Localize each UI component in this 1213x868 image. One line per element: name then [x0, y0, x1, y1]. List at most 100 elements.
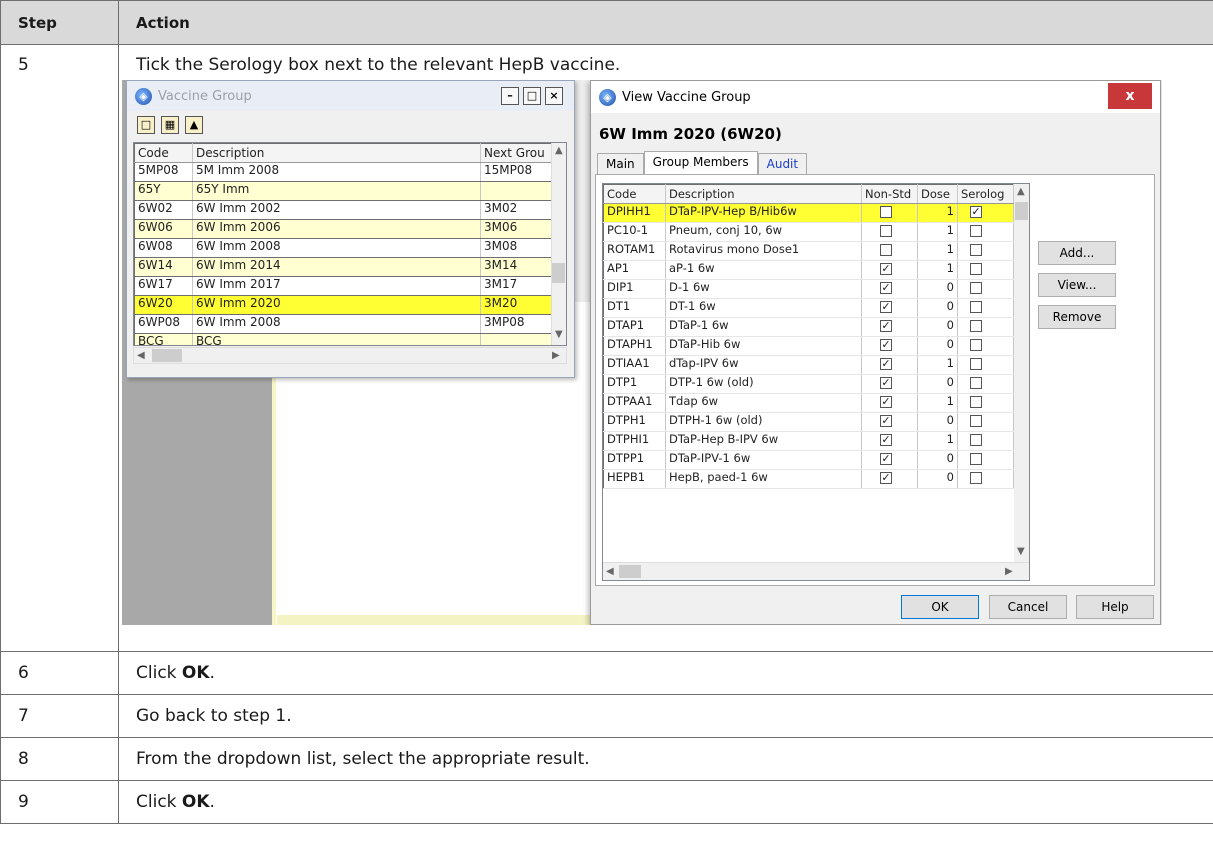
- step-number: 7: [0, 694, 119, 738]
- non-std-checkbox[interactable]: ✓: [880, 433, 892, 446]
- table-row[interactable]: 6W14 6W Imm 2014 3M14: [134, 257, 555, 277]
- members-horizontal-scrollbar[interactable]: ◀ ▶: [603, 562, 1029, 580]
- serology-checkbox[interactable]: [970, 224, 982, 237]
- col-description[interactable]: Description: [665, 184, 862, 204]
- non-std-checkbox[interactable]: ✓: [880, 300, 892, 313]
- non-std-checkbox[interactable]: ✓: [880, 338, 892, 351]
- non-std-checkbox[interactable]: [880, 243, 892, 256]
- serology-checkbox[interactable]: [970, 376, 982, 389]
- vertical-scrollbar[interactable]: ▲ ▼: [551, 143, 566, 345]
- non-std-checkbox[interactable]: ✓: [880, 262, 892, 275]
- tab-group-members[interactable]: Group Members: [643, 151, 758, 175]
- table-row[interactable]: 6WP08 6W Imm 2008 3MP08: [134, 314, 555, 334]
- cell-serology: [957, 336, 1014, 356]
- table-row[interactable]: 65Y 65Y Imm: [134, 181, 555, 201]
- ok-button[interactable]: OK: [901, 595, 979, 619]
- non-std-checkbox[interactable]: ✓: [880, 414, 892, 427]
- close-icon[interactable]: ×: [545, 87, 563, 105]
- minimize-icon[interactable]: –: [501, 87, 519, 105]
- horizontal-scrollbar[interactable]: ◀ ▶: [133, 347, 567, 364]
- hscroll-thumb[interactable]: [152, 349, 182, 362]
- serology-checkbox[interactable]: [970, 433, 982, 446]
- table-row[interactable]: 6W02 6W Imm 2002 3M02: [134, 200, 555, 220]
- report-icon[interactable]: ▲: [185, 116, 203, 134]
- non-std-checkbox[interactable]: [880, 205, 892, 218]
- table-row[interactable]: BCG BCG: [134, 333, 555, 345]
- serology-checkbox[interactable]: [970, 338, 982, 351]
- serology-checkbox[interactable]: [970, 452, 982, 465]
- table-row[interactable]: 6W17 6W Imm 2017 3M17: [134, 276, 555, 296]
- non-std-checkbox[interactable]: [880, 224, 892, 237]
- cell-dose: 1: [917, 260, 958, 280]
- non-std-checkbox[interactable]: ✓: [880, 376, 892, 389]
- serology-checkbox[interactable]: [970, 471, 982, 484]
- table-row[interactable]: ROTAM1 Rotavirus mono Dose1 1: [603, 241, 1014, 261]
- add-button[interactable]: Add...: [1038, 241, 1116, 265]
- scroll-left-icon[interactable]: ◀: [606, 566, 614, 577]
- scroll-up-icon[interactable]: ▲: [1017, 186, 1025, 197]
- table-row[interactable]: PC10-1 Pneum, conj 10, 6w 1: [603, 222, 1014, 242]
- members-vertical-scrollbar[interactable]: ▲ ▼: [1014, 184, 1029, 562]
- col-non-std[interactable]: Non-Std: [861, 184, 918, 204]
- serology-checkbox[interactable]: [970, 414, 982, 427]
- serology-checkbox[interactable]: [970, 243, 982, 256]
- table-row[interactable]: HEPB1 HepB, paed-1 6w ✓ 0: [603, 469, 1014, 489]
- maximize-icon[interactable]: □: [523, 87, 541, 105]
- non-std-checkbox[interactable]: ✓: [880, 281, 892, 294]
- table-row[interactable]: DTAP1 DTaP-1 6w ✓ 0: [603, 317, 1014, 337]
- help-button[interactable]: Help: [1076, 595, 1154, 619]
- table-row[interactable]: DTPAA1 Tdap 6w ✓ 1: [603, 393, 1014, 413]
- serology-checkbox[interactable]: [970, 281, 982, 294]
- hscroll-thumb[interactable]: [619, 565, 641, 578]
- scroll-down-icon[interactable]: ▼: [1017, 546, 1025, 557]
- serology-checkbox[interactable]: [970, 300, 982, 313]
- col-next-group[interactable]: Next Grou: [480, 143, 555, 163]
- non-std-checkbox[interactable]: ✓: [880, 357, 892, 370]
- table-row[interactable]: DTPHI1 DTaP-Hep B-IPV 6w ✓ 1: [603, 431, 1014, 451]
- table-row[interactable]: 6W20 6W Imm 2020 3M20: [134, 295, 555, 315]
- non-std-checkbox[interactable]: ✓: [880, 395, 892, 408]
- view-button[interactable]: View...: [1038, 273, 1116, 297]
- col-serology[interactable]: Serolog: [957, 184, 1014, 204]
- col-code[interactable]: Code: [134, 143, 193, 163]
- table-row[interactable]: 6W08 6W Imm 2008 3M08: [134, 238, 555, 258]
- edit-record-icon[interactable]: ▦: [161, 116, 179, 134]
- col-code[interactable]: Code: [603, 184, 666, 204]
- table-row[interactable]: AP1 aP-1 6w ✓ 1: [603, 260, 1014, 280]
- status-strip: [277, 615, 597, 625]
- table-row[interactable]: 5MP08 5M Imm 2008 15MP08: [134, 162, 555, 182]
- non-std-checkbox[interactable]: ✓: [880, 452, 892, 465]
- col-description[interactable]: Description: [192, 143, 481, 163]
- tab-main[interactable]: Main: [597, 153, 644, 175]
- table-row[interactable]: DTPP1 DTaP-IPV-1 6w ✓ 0: [603, 450, 1014, 470]
- serology-checkbox[interactable]: [970, 357, 982, 370]
- tab-audit[interactable]: Audit: [757, 153, 808, 175]
- non-std-checkbox[interactable]: ✓: [880, 471, 892, 484]
- table-row[interactable]: DTIAA1 dTap-IPV 6w ✓ 1: [603, 355, 1014, 375]
- scroll-right-icon[interactable]: ▶: [1005, 566, 1013, 577]
- close-button[interactable]: x: [1108, 83, 1152, 109]
- table-row[interactable]: DTP1 DTP-1 6w (old) ✓ 0: [603, 374, 1014, 394]
- scroll-left-icon[interactable]: ◀: [137, 350, 145, 361]
- serology-checkbox[interactable]: ✓: [970, 205, 982, 218]
- table-row[interactable]: DPIHH1 DTaP-IPV-Hep B/Hib6w 1 ✓: [603, 203, 1014, 223]
- cancel-button[interactable]: Cancel: [989, 595, 1067, 619]
- non-std-checkbox[interactable]: ✓: [880, 319, 892, 332]
- table-row[interactable]: DTAPH1 DTaP-Hib 6w ✓ 0: [603, 336, 1014, 356]
- table-row[interactable]: DTPH1 DTPH-1 6w (old) ✓ 0: [603, 412, 1014, 432]
- table-row[interactable]: DIP1 D-1 6w ✓ 0: [603, 279, 1014, 299]
- scroll-down-icon[interactable]: ▼: [555, 329, 563, 340]
- serology-checkbox[interactable]: [970, 395, 982, 408]
- scroll-up-icon[interactable]: ▲: [555, 145, 563, 156]
- scroll-right-icon[interactable]: ▶: [552, 350, 560, 361]
- new-record-icon[interactable]: □: [137, 116, 155, 134]
- table-row[interactable]: 6W06 6W Imm 2006 3M06: [134, 219, 555, 239]
- vaccine-group-table: Code Description Next Grou 5MP08 5M Imm 2…: [134, 143, 555, 345]
- table-row[interactable]: DT1 DT-1 6w ✓ 0: [603, 298, 1014, 318]
- remove-button[interactable]: Remove: [1038, 305, 1116, 329]
- serology-checkbox[interactable]: [970, 319, 982, 332]
- serology-checkbox[interactable]: [970, 262, 982, 275]
- scroll-thumb[interactable]: [552, 263, 565, 283]
- col-dose[interactable]: Dose: [917, 184, 958, 204]
- scroll-thumb[interactable]: [1015, 202, 1028, 220]
